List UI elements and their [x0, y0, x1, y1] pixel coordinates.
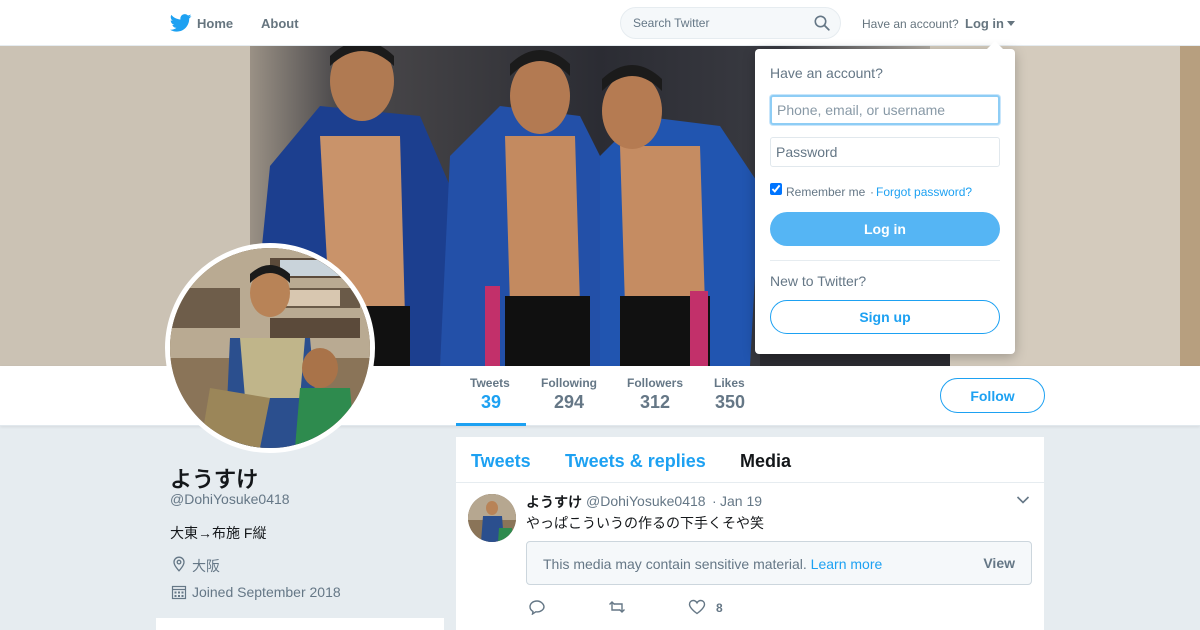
- calendar-icon: [171, 585, 187, 600]
- username-input[interactable]: [770, 95, 1000, 125]
- profile-bio: 大東→布施 F縦: [170, 525, 267, 541]
- like-count: 8: [716, 601, 723, 615]
- profile-name[interactable]: ようすけ: [170, 462, 258, 494]
- password-input[interactable]: [770, 137, 1000, 167]
- profile-avatar[interactable]: [165, 243, 375, 453]
- new-to-twitter-text: New to Twitter?: [770, 273, 867, 289]
- stat-likes[interactable]: Likes 350: [714, 376, 745, 413]
- timeline: Tweets Tweets & replies Media ようすけ @Dohi…: [456, 437, 1044, 630]
- stat-value: 39: [481, 392, 502, 412]
- caret-down-icon[interactable]: [1007, 21, 1015, 26]
- search-icon[interactable]: [814, 15, 830, 31]
- tweet-avatar-photo: [468, 494, 516, 542]
- tweet-avatar[interactable]: [468, 494, 516, 542]
- stat-followers[interactable]: Followers 312: [627, 376, 683, 413]
- profile-joined-date: Joined September 2018: [192, 584, 341, 600]
- have-account-text: Have an account?: [862, 17, 959, 31]
- reply-icon[interactable]: [528, 599, 546, 615]
- sensitive-media-text: This media may contain sensitive materia…: [543, 556, 882, 572]
- stat-label: Tweets: [470, 376, 510, 390]
- login-dropdown: Have an account? Remember me · Forgot pa…: [755, 41, 1015, 354]
- signup-button[interactable]: Sign up: [770, 300, 1000, 334]
- side-card: [156, 618, 444, 630]
- tweet-author-handle[interactable]: @DohiYosuke0418: [586, 493, 706, 509]
- avatar-photo: [170, 248, 370, 448]
- learn-more-link[interactable]: Learn more: [811, 556, 883, 572]
- dropdown-divider: [770, 260, 1000, 261]
- profile-location: 大阪: [192, 558, 220, 574]
- sensitive-media-notice: This media may contain sensitive materia…: [526, 541, 1032, 585]
- profile-handle[interactable]: @DohiYosuke0418: [170, 491, 290, 507]
- top-navigation-bar: Home About Have an account? Log in: [0, 0, 1200, 46]
- active-stat-underline: [456, 423, 526, 426]
- follow-button[interactable]: Follow: [940, 378, 1045, 413]
- nav-home-link[interactable]: Home: [197, 16, 233, 31]
- view-media-button[interactable]: View: [983, 555, 1015, 571]
- search-input[interactable]: [633, 8, 803, 38]
- heart-icon[interactable]: [688, 599, 706, 615]
- tab-media[interactable]: Media: [740, 451, 791, 472]
- tab-tweets[interactable]: Tweets: [471, 451, 531, 472]
- tab-tweets-replies[interactable]: Tweets & replies: [565, 451, 706, 472]
- tweet-separator: ·: [712, 493, 717, 509]
- dropdown-arrow: [987, 41, 1003, 49]
- sensitive-message: This media may contain sensitive materia…: [543, 556, 807, 572]
- tweet-text: やっぱこういうの作るの下手くそや笑: [526, 515, 764, 531]
- login-dropdown-title: Have an account?: [770, 65, 883, 81]
- stat-value: 350: [715, 392, 746, 412]
- forgot-password-link[interactable]: Forgot password?: [876, 185, 972, 199]
- stat-value: 294: [554, 392, 585, 412]
- stat-label: Followers: [627, 376, 684, 390]
- stat-tweets[interactable]: Tweets 39: [470, 376, 510, 413]
- separator-dot: ·: [870, 185, 874, 199]
- location-pin-icon: [173, 556, 185, 572]
- chevron-down-icon[interactable]: [1016, 495, 1030, 505]
- login-button[interactable]: Log in: [770, 212, 1000, 246]
- stat-following[interactable]: Following 294: [541, 376, 597, 413]
- tweet-timestamp[interactable]: Jan 19: [720, 493, 762, 509]
- login-dropdown-toggle[interactable]: Log in: [965, 16, 1004, 31]
- retweet-icon[interactable]: [608, 599, 626, 615]
- nav-about-link[interactable]: About: [261, 16, 299, 31]
- remember-me-checkbox[interactable]: [770, 183, 782, 195]
- stat-label: Following: [541, 376, 597, 390]
- stat-value: 312: [640, 392, 671, 412]
- twitter-bird-icon[interactable]: [170, 14, 192, 32]
- stat-label: Likes: [714, 376, 745, 390]
- search-box: [620, 7, 841, 39]
- remember-me-label[interactable]: Remember me: [786, 185, 865, 199]
- tweet-author-name[interactable]: ようすけ: [526, 492, 582, 512]
- timeline-tabs: Tweets Tweets & replies Media: [456, 437, 1044, 483]
